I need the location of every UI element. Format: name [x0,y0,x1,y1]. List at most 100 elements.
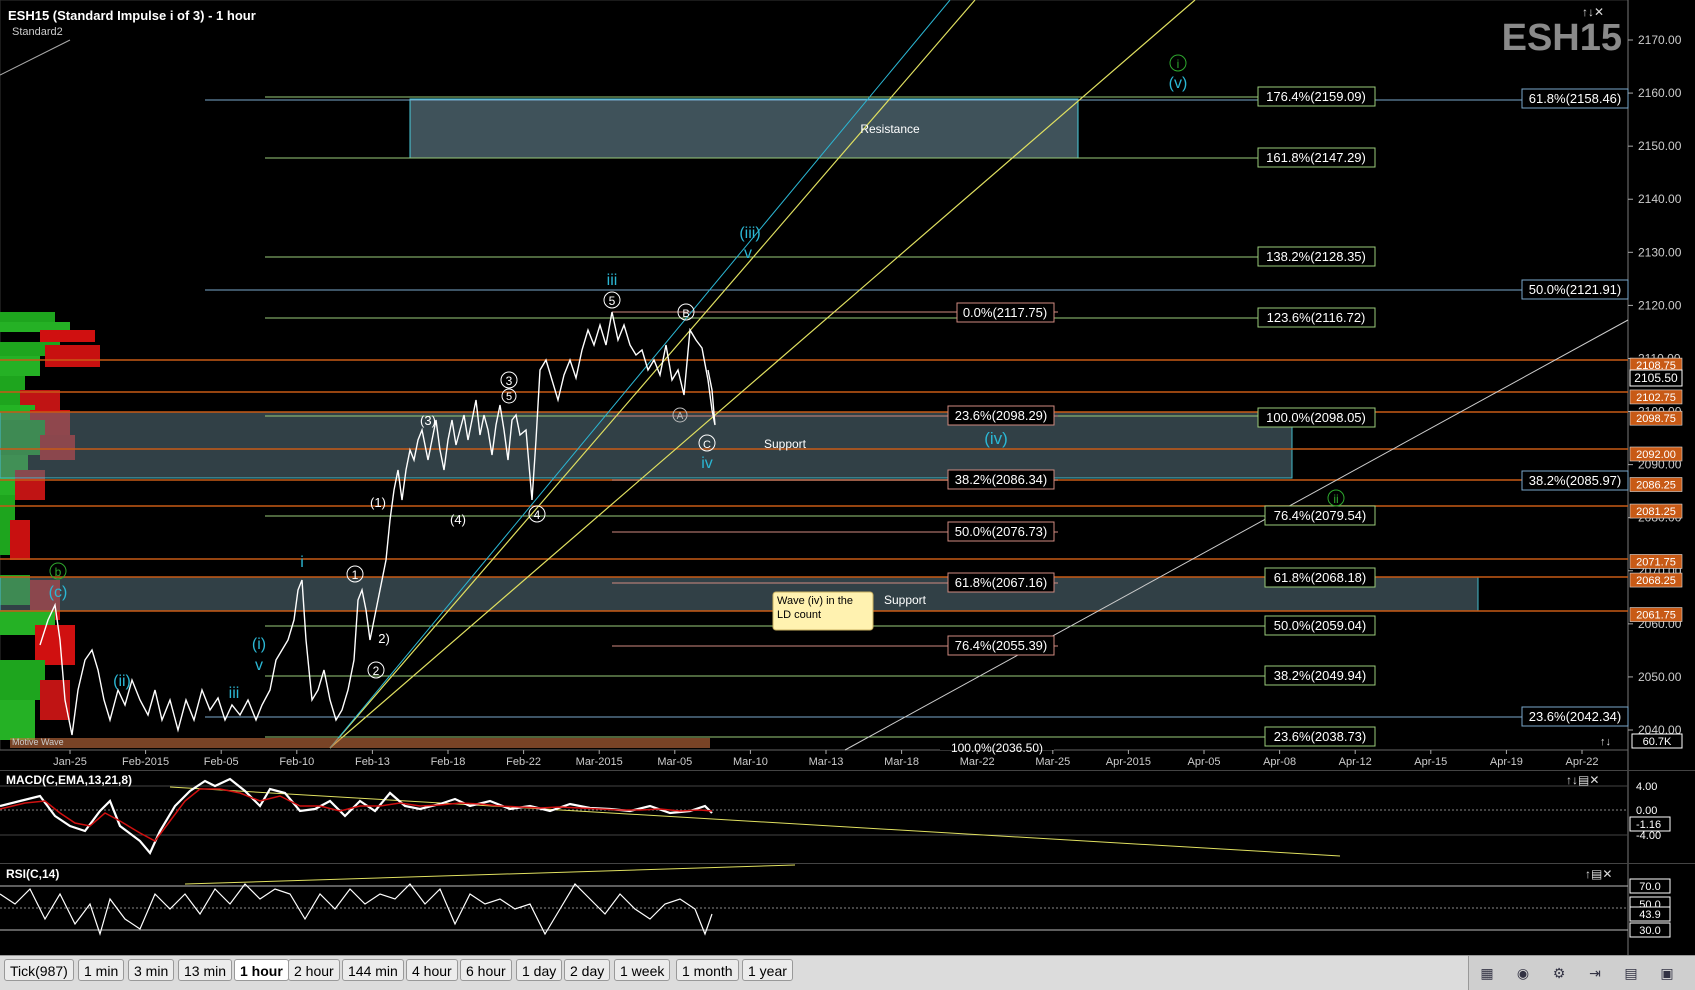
fib-label-right-236: 23.6%(2042.34) [1521,706,1629,727]
tab-13-min[interactable]: 13 min [178,959,233,981]
wave-iv-note-text: Wave (iv) in the LD count [777,595,854,621]
level-tag-6: 2071.75 [1629,554,1683,569]
wave-label-c-circle: C [703,439,711,451]
time-label-1: Feb-2015 [122,756,169,768]
wave-label-v-small: v [744,245,752,262]
price-tick-4: 2130.00 [1638,245,1682,259]
svg-text:2061.75: 2061.75 [1636,610,1676,622]
wave-label-iii: iii [607,272,618,289]
timeframe-tabbar: Tick(987) 1 min 3 min 13 min 1 hour 2 hour 144… [0,955,1695,990]
svg-text:61.8%(2067.16): 61.8%(2067.16) [955,575,1048,590]
fib-label-r-100: 100.0%(2098.05) [1257,407,1376,428]
fib-label-right-382: 38.2%(2085.97) [1521,470,1629,491]
svg-text:0.00: 0.00 [1636,805,1657,817]
tab-1-year[interactable]: 1 year [742,959,793,981]
wave-label-4-paren: (4) [450,512,466,527]
time-label-0: Jan-25 [53,756,87,768]
level-tag-3: 2092.00 [1629,446,1683,462]
fib-label-m-618: 61.8%(2067.16) [947,572,1055,593]
rsi-panel[interactable]: RSI(C,14) ↑▤✕ 70.0 50.0 43.9 30.0 [0,863,1695,956]
tab-6-hour[interactable]: 6 hour [460,959,512,981]
svg-text:61.8%(2158.46): 61.8%(2158.46) [1529,91,1622,106]
svg-text:0.0%(2117.75): 0.0%(2117.75) [963,305,1047,320]
tab-2-hour[interactable]: 2 hour [288,959,340,981]
fib-label-right-top: 61.8%(2158.46) [1521,88,1629,109]
panel-controls-icon[interactable]: ↑↓✕ [1582,5,1604,19]
price-chart-panel[interactable]: ESH15 (Standard Impulse i of 3) - 1 hour… [0,0,1695,770]
chart-title: ESH15 (Standard Impulse i of 3) - 1 hour [8,8,256,23]
svg-text:61.8%(2068.18): 61.8%(2068.18) [1274,570,1367,585]
price-level-tags: 2108.752102.752098.752092.002086.252081.… [1629,357,1683,622]
time-label-4: Feb-13 [355,756,390,768]
eye-icon[interactable]: ◉ [1513,963,1533,983]
svg-text:38.2%(2049.94): 38.2%(2049.94) [1274,668,1367,683]
time-label-6: Feb-22 [506,756,541,768]
support-zone-1[interactable] [0,411,1293,479]
scroll-end-icon[interactable]: ⇥ [1585,963,1605,983]
svg-text:38.2%(2086.34): 38.2%(2086.34) [955,472,1048,487]
fib-label-m-100: 100.0%(2036.50) [940,741,1054,755]
time-label-2: Feb-05 [204,756,239,768]
svg-text:76.4%(2055.39): 76.4%(2055.39) [955,638,1048,653]
support-label-1: Support [764,437,807,451]
template-icon[interactable]: ⚙ [1549,963,1569,983]
wave-label-v-paren: (v) [1169,75,1188,92]
fib-label-r-236: 23.6%(2038.73) [1264,726,1376,747]
tab-144-min[interactable]: 144 min [342,959,404,981]
svg-text:4.00: 4.00 [1636,781,1657,793]
svg-text:100.0%(2036.50): 100.0%(2036.50) [951,741,1043,755]
wave-label-iv-paren: (iv) [984,429,1008,448]
wave-label-1-paren: (1) [370,495,386,510]
svg-text:2081.25: 2081.25 [1636,506,1676,518]
time-label-3: Feb-10 [279,756,314,768]
tab-1-min[interactable]: 1 min [78,959,125,981]
svg-text:2102.75: 2102.75 [1636,392,1676,404]
svg-text:176.4%(2159.09): 176.4%(2159.09) [1266,89,1366,104]
svg-text:2071.75: 2071.75 [1636,556,1676,568]
wave-label-5-circle-2: 5 [506,391,512,403]
layout-icon[interactable]: ▣ [1657,963,1677,983]
tab-4-hour[interactable]: 4 hour [406,959,458,981]
resistance-zone[interactable] [409,98,1079,159]
tab-3-min[interactable]: 3 min [128,959,175,981]
wave-iv-note[interactable]: Wave (iv) in the LD count [772,591,874,631]
time-label-13: Mar-25 [1035,756,1070,768]
time-label-7: Mar-2015 [576,756,623,768]
rsi-chart[interactable]: RSI(C,14) ↑▤✕ 70.050.043.930.0 [0,864,1695,956]
time-label-16: Apr-08 [1263,756,1296,768]
time-label-10: Mar-13 [809,756,844,768]
support-zone-2[interactable] [0,576,1479,612]
macd-chart[interactable]: MACD(C,EMA,13,21,8) ↑↓▤✕ 4.00 0.00-1.16-4… [0,771,1695,863]
tab-1-week[interactable]: 1 week [614,959,671,981]
wave-label-5-circle: 5 [609,294,616,308]
level-tag-2: 2098.75 [1629,410,1683,426]
tab-tick-987[interactable]: Tick(987) [4,959,74,981]
level-tag-4: 2086.25 [1629,477,1683,492]
chart-type-icon[interactable]: ▦ [1477,963,1497,983]
fib-label-m-0: 0.0%(2117.75) [956,302,1055,323]
wave-label-v-small-2: v [255,657,263,674]
time-label-11: Mar-18 [884,756,919,768]
fib-label-r-1764: 176.4%(2159.09) [1257,86,1376,107]
macd-tick-1: 0.00 [1636,805,1657,817]
resistance-label: Resistance [860,122,920,136]
svg-text:70.0: 70.0 [1639,881,1660,893]
tab-1-day[interactable]: 1 day [516,959,563,981]
tab-1-hour[interactable]: 1 hour [234,959,289,981]
wave-label-iii-paren: (iii) [739,225,760,242]
rsi-panel-controls-icon[interactable]: ↑▤✕ [1585,867,1612,881]
svg-text:50.0%(2076.73): 50.0%(2076.73) [955,524,1048,539]
wave-label-b-circle: B [682,308,689,320]
tab-1-month[interactable]: 1 month [676,959,739,981]
calendar-icon[interactable]: ▤ [1621,963,1641,983]
scroll-arrows-icon[interactable]: ↑↓ [1600,736,1611,748]
macd-panel[interactable]: MACD(C,EMA,13,21,8) ↑↓▤✕ 4.00 0.00 -1.16 -4… [0,770,1695,863]
time-label-19: Apr-19 [1490,756,1523,768]
rsi-title: RSI(C,14) [6,867,59,881]
time-axis[interactable]: Jan-25 Feb-2015 Feb-05 Feb-10 Feb-13 Feb-18 Fe… [53,750,1599,768]
macd-panel-controls-icon[interactable]: ↑↓▤✕ [1566,773,1599,787]
price-tick-0: 2170.00 [1638,33,1682,47]
tab-2-day[interactable]: 2 day [564,959,611,981]
wave-label-i-small: i [300,554,304,571]
price-chart[interactable]: ESH15 (Standard Impulse i of 3) - 1 hour… [0,0,1695,770]
